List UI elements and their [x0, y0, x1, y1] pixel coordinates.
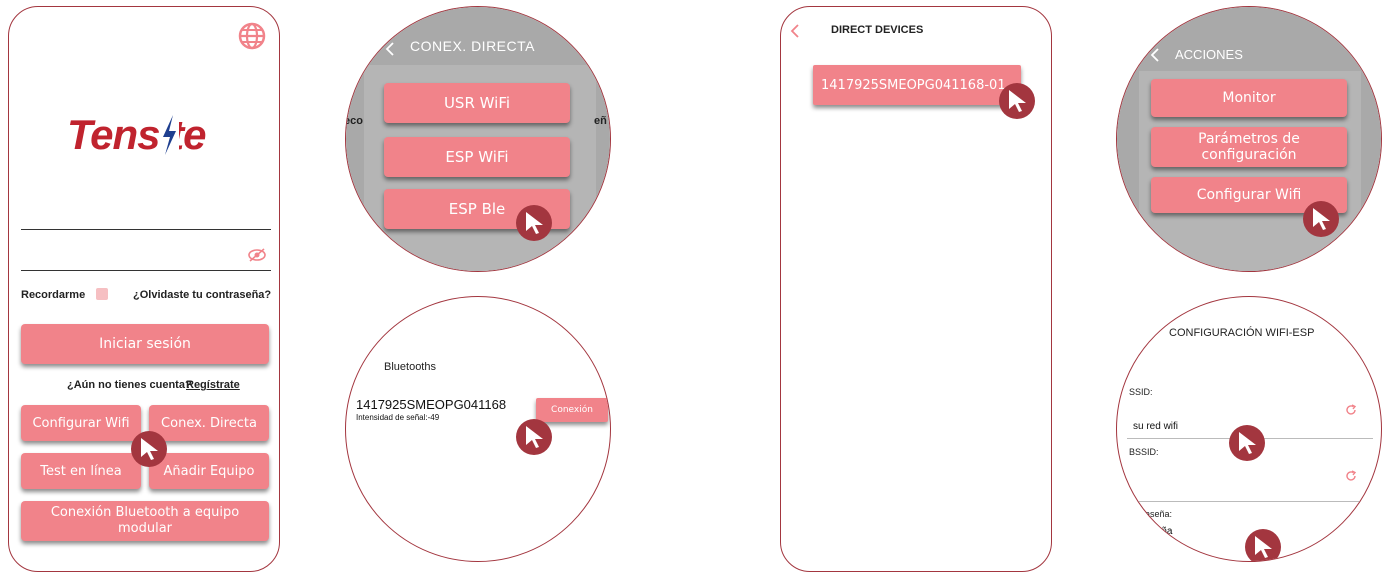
conex-directa-button[interactable]: Conex. Directa [149, 405, 269, 441]
no-account-text: ¿Aún no tienes cuenta? [67, 379, 192, 391]
side-text-right: eñ [594, 115, 607, 127]
cursor-icon [516, 205, 552, 241]
direct-devices-title: DIRECT DEVICES [831, 24, 924, 36]
connect-button[interactable]: Conexión [536, 398, 608, 422]
remember-label: Recordarme [21, 289, 86, 301]
bssid-underline[interactable] [1127, 501, 1373, 502]
forgot-password-link[interactable]: ¿Olvidaste tu contraseña? [133, 289, 271, 301]
monitor-button[interactable]: Monitor [1151, 79, 1347, 117]
conex-title: CONEX. DIRECTA [410, 38, 535, 54]
refresh-icon[interactable] [1345, 469, 1357, 481]
bluetooth-zoom: Bluetooths 1417925SMEOPG041168 Intensida… [345, 296, 611, 562]
direct-devices-screen: DIRECT DEVICES 1417925SMEOPG041168-01 [780, 6, 1052, 572]
esp-wifi-option[interactable]: ESP WiFi [384, 137, 570, 177]
tensite-logo: Tensite [67, 111, 206, 158]
params-button[interactable]: Parámetros de configuración [1151, 127, 1347, 167]
bluetooth-modular-button[interactable]: Conexión Bluetooth a equipo modular [21, 501, 269, 541]
back-chevron-icon[interactable] [384, 41, 396, 57]
usr-wifi-option[interactable]: USR WiFi [384, 83, 570, 123]
conex-directa-zoom: CONEX. DIRECTA eco eñ USR WiFi ESP WiFi … [345, 6, 611, 272]
login-button[interactable]: Iniciar sesión [21, 324, 269, 364]
username-field-underline[interactable] [21, 229, 271, 230]
globe-icon[interactable] [237, 21, 267, 51]
bssid-label: BSSID: [1129, 447, 1159, 457]
add-equipment-button[interactable]: Añadir Equipo [149, 453, 269, 489]
bluetooth-title: Bluetooths [384, 361, 436, 373]
acciones-zoom: ACCIONES Monitor Parámetros de configura… [1116, 6, 1382, 272]
password-input[interactable]: contraseña [1123, 526, 1172, 537]
ssid-label: SSID: [1129, 387, 1153, 397]
cursor-icon [1245, 529, 1281, 561]
back-chevron-icon[interactable] [1149, 47, 1161, 63]
wifi-esp-zoom: CONFIGURACIÓN WIFI-ESP SSID: su red wifi… [1116, 296, 1382, 562]
test-online-button[interactable]: Test en línea [21, 453, 141, 489]
password-field-underline[interactable] [21, 270, 271, 271]
side-text-left: eco [345, 115, 363, 127]
cursor-icon [999, 83, 1035, 119]
eye-slash-icon[interactable] [247, 247, 267, 263]
wifi-esp-title: CONFIGURACIÓN WIFI-ESP [1169, 327, 1315, 339]
ssid-input[interactable]: su red wifi [1133, 421, 1178, 432]
device-item[interactable]: 1417925SMEOPG041168-01 [813, 65, 1021, 105]
login-screen: Tensite Recordarme ¿Olvidaste tu contras… [8, 6, 280, 572]
back-chevron-icon[interactable] [789, 23, 801, 39]
device-name: 1417925SMEOPG041168 [356, 397, 507, 412]
remember-checkbox[interactable] [96, 288, 108, 300]
password-label: Contraseña: [1123, 509, 1173, 519]
acciones-title: ACCIONES [1175, 47, 1243, 62]
config-wifi-button[interactable]: Configurar Wifi [21, 405, 141, 441]
cursor-icon [516, 419, 552, 455]
logo-bolt-icon [159, 111, 179, 159]
register-link[interactable]: Regístrate [186, 379, 240, 391]
signal-strength: Intensidad de señal:-49 [356, 413, 440, 422]
cursor-icon [1229, 425, 1265, 461]
cursor-icon [1303, 201, 1339, 237]
cursor-icon [131, 431, 167, 467]
refresh-icon[interactable] [1345, 403, 1357, 415]
